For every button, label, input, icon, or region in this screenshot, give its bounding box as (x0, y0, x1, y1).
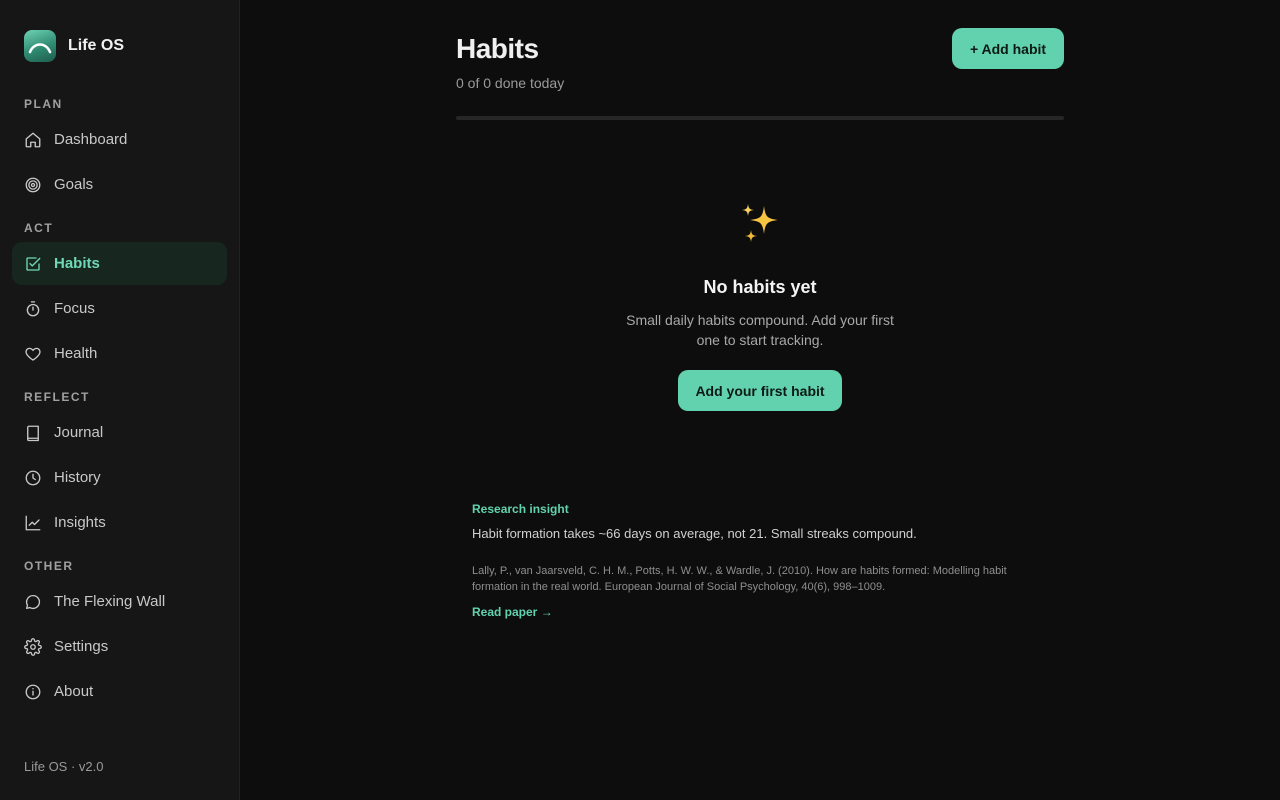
sparkles-icon (742, 204, 778, 242)
sidebar-item-label: Journal (54, 424, 104, 441)
sidebar-item-flexing-wall[interactable]: The Flexing Wall (12, 580, 227, 623)
home-icon (25, 132, 41, 147)
heart-icon (25, 347, 41, 361)
sidebar-item-label: About (54, 683, 94, 700)
read-paper-link[interactable]: Read paper → (472, 605, 553, 619)
research-citation: Lally, P., van Jaarsveld, C. H. M., Pott… (472, 565, 1007, 593)
info-icon (25, 684, 41, 699)
section-label-plan: PLAN (24, 97, 63, 111)
sidebar-item-about[interactable]: About (12, 670, 227, 713)
sidebar: Life OS PLAN Dashboard Goals ACT Habits … (0, 0, 240, 800)
timer-icon (26, 300, 40, 316)
sidebar-item-focus[interactable]: Focus (12, 287, 227, 330)
sidebar-item-label: Goals (54, 176, 94, 193)
sidebar-item-habits[interactable]: Habits (12, 242, 227, 285)
sidebar-item-journal[interactable]: Journal (12, 411, 227, 454)
section-label-other: OTHER (24, 559, 74, 573)
section-label-reflect: REFLECT (24, 390, 90, 404)
sidebar-item-label: Settings (54, 638, 109, 655)
empty-state-title: No habits yet (703, 277, 817, 297)
app-logo-icon (24, 30, 56, 62)
book-icon (27, 425, 39, 441)
check-square-icon (26, 256, 41, 271)
section-label-act: ACT (24, 221, 54, 235)
sidebar-item-settings[interactable]: Settings (12, 625, 227, 668)
sidebar-item-label: History (54, 469, 101, 486)
app-version: Life OS · v2.0 (24, 759, 104, 774)
sidebar-item-label: Insights (54, 514, 106, 531)
habits-done-summary: 0 of 0 done today (456, 75, 565, 91)
add-first-habit-button[interactable]: Add your first habit (678, 370, 842, 411)
research-insight-text: Habit formation takes ~66 days on averag… (472, 526, 917, 541)
research-insight-label: Research insight (472, 502, 569, 516)
sidebar-item-label: Health (54, 345, 98, 362)
gear-icon (24, 637, 42, 656)
app-name: Life OS (68, 37, 125, 54)
clock-icon (25, 470, 41, 485)
sidebar-item-history[interactable]: History (12, 456, 227, 499)
add-habit-button[interactable]: + Add habit (952, 28, 1064, 69)
sidebar-item-label: Habits (54, 255, 100, 272)
sidebar-item-dashboard[interactable]: Dashboard (12, 118, 227, 161)
daily-progress-bar (456, 116, 1064, 120)
chat-bubble-icon (25, 594, 41, 609)
sidebar-item-insights[interactable]: Insights (12, 501, 227, 544)
sidebar-item-label: Dashboard (54, 131, 128, 148)
target-icon (25, 177, 41, 192)
chart-line-icon (25, 515, 41, 530)
page-title: Habits (456, 33, 539, 64)
sidebar-item-label: Focus (54, 300, 95, 317)
main-content: Habits 0 of 0 done today + Add habit No … (240, 0, 1280, 800)
sidebar-item-goals[interactable]: Goals (12, 163, 227, 206)
sidebar-item-health[interactable]: Health (12, 332, 227, 375)
sidebar-item-label: The Flexing Wall (54, 593, 166, 610)
empty-state-description: Small daily habits compound. Add your fi… (626, 312, 894, 348)
brand[interactable]: Life OS (24, 30, 124, 62)
